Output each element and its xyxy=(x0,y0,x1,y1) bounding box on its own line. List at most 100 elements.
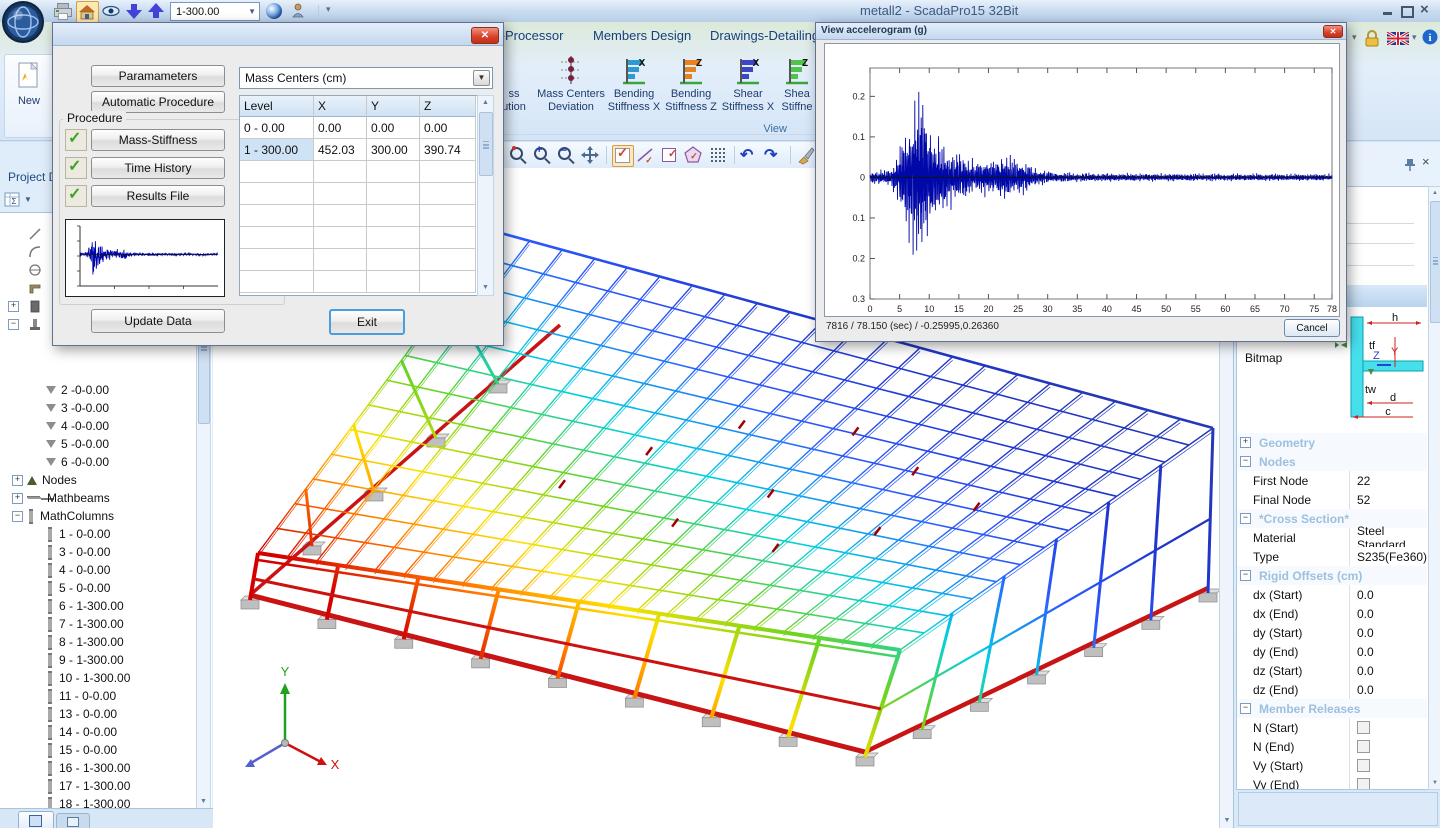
table-cell[interactable] xyxy=(314,227,367,249)
chevron-down-icon[interactable]: ▾ xyxy=(1412,32,1417,43)
prop-row[interactable]: dz (Start)0.0 xyxy=(1237,661,1427,681)
tab-drawings-detailing[interactable]: Drawings-Detailing xyxy=(710,28,819,43)
table-cell[interactable] xyxy=(420,161,476,183)
table-cell[interactable] xyxy=(314,183,367,205)
table-cell[interactable]: 300.00 xyxy=(367,139,420,161)
time-history-button[interactable]: Time History xyxy=(91,157,225,179)
prop-row[interactable]: Vy (End) xyxy=(1237,775,1427,790)
poly-check-icon[interactable]: ✓ xyxy=(684,145,704,165)
tree-item[interactable]: 9 - 1-300.00 xyxy=(0,651,210,669)
tree-item[interactable]: −MathColumns xyxy=(0,507,210,525)
table-cell[interactable]: 0 - 0.00 xyxy=(240,117,314,139)
table-cell[interactable]: 390.74 xyxy=(420,139,476,161)
prop-row[interactable]: N (Start) xyxy=(1237,718,1427,738)
prop-group-geometry[interactable]: +Geometry xyxy=(1237,433,1427,453)
tree-item[interactable]: 3 - 0-0.00 xyxy=(0,543,210,561)
table-cell[interactable] xyxy=(314,161,367,183)
dialog-titlebar[interactable] xyxy=(53,23,503,46)
table-cell[interactable] xyxy=(240,183,314,205)
language-flag-icon[interactable] xyxy=(1387,32,1409,48)
chevron-down-icon[interactable]: ▼ xyxy=(473,70,490,86)
cancel-button[interactable]: Cancel xyxy=(1284,319,1340,337)
app-menu-orb[interactable] xyxy=(1,0,45,44)
pin-icon[interactable] xyxy=(1404,158,1416,175)
brush-icon[interactable] xyxy=(796,145,816,165)
tree-item[interactable]: 5 -0-0.00 xyxy=(0,435,210,453)
parameters-button[interactable]: Paramameters xyxy=(91,65,225,87)
tab-post-processor[interactable]: t-Processor xyxy=(497,28,563,43)
table-cell[interactable]: 452.03 xyxy=(314,139,367,161)
tree-item[interactable]: 11 - 0-0.00 xyxy=(0,687,210,705)
dialog-close-icon[interactable]: ✕ xyxy=(471,27,499,44)
table-cell[interactable] xyxy=(367,249,420,271)
tree-item[interactable]: 6 -0-0.00 xyxy=(0,453,210,471)
result-type-combo[interactable]: Mass Centers (cm) ▼ xyxy=(239,67,493,89)
prop-row[interactable]: dy (End)0.0 xyxy=(1237,642,1427,662)
table-cell[interactable] xyxy=(367,183,420,205)
tree-item[interactable]: 13 - 0-0.00 xyxy=(0,705,210,723)
close-button[interactable]: × xyxy=(1420,4,1434,18)
home-view-icon[interactable] xyxy=(76,1,99,23)
ribbon-item-mass-centers-deviation[interactable]: Mass CentersDeviation xyxy=(537,54,605,122)
exit-button[interactable]: Exit xyxy=(329,309,405,335)
level-down-icon[interactable] xyxy=(126,3,142,19)
table-cell[interactable]: 0.00 xyxy=(314,117,367,139)
table-cell[interactable]: 0.00 xyxy=(420,117,476,139)
prop-group-rigid-offsets-cm-[interactable]: −Rigid Offsets (cm) xyxy=(1237,566,1427,586)
table-cell[interactable]: 0.00 xyxy=(367,117,420,139)
tab-project-tree[interactable] xyxy=(18,811,54,828)
results-file-button[interactable]: Results File xyxy=(91,185,225,207)
accel-close-icon[interactable]: ✕ xyxy=(1323,25,1343,38)
table-cell[interactable] xyxy=(240,161,314,183)
undo-icon[interactable]: ↶ xyxy=(740,145,760,165)
new-button[interactable]: New xyxy=(4,54,54,138)
redo-icon[interactable]: ↷ xyxy=(764,145,784,165)
zoom-in-icon[interactable]: + xyxy=(532,145,552,165)
mass-stiffness-button[interactable]: Mass-Stiffness xyxy=(91,129,225,151)
lock-icon[interactable] xyxy=(1363,29,1381,50)
tree-item[interactable]: 7 - 1-300.00 xyxy=(0,615,210,633)
line-check-icon[interactable]: ✓ xyxy=(636,145,656,165)
prop-row[interactable]: dz (End)0.0 xyxy=(1237,680,1427,700)
panel-close-icon[interactable]: × xyxy=(1422,154,1430,169)
prop-row[interactable]: MaterialSteel Standard xyxy=(1237,528,1427,548)
chevron-down-icon[interactable]: ▾ xyxy=(1352,32,1357,43)
tree-item[interactable]: 4 - 0-0.00 xyxy=(0,561,210,579)
tree-item[interactable]: 8 - 1-300.00 xyxy=(0,633,210,651)
tree-item[interactable]: +Mathbeams xyxy=(0,489,210,507)
table-cell[interactable] xyxy=(367,227,420,249)
level-up-icon[interactable] xyxy=(148,3,164,19)
table-cell[interactable] xyxy=(367,161,420,183)
user-figure-icon[interactable] xyxy=(290,3,306,19)
table-cell[interactable] xyxy=(240,249,314,271)
release-checkbox[interactable] xyxy=(1357,740,1370,753)
restore-button[interactable] xyxy=(1400,4,1412,18)
tree-item[interactable]: 3 -0-0.00 xyxy=(0,399,210,417)
ribbon-item-shear-stiffness-x[interactable]: XShearStiffness X xyxy=(719,54,777,122)
zoom-extents-icon[interactable] xyxy=(508,145,528,165)
print-icon[interactable] xyxy=(54,2,72,20)
box-check-icon[interactable]: ✓ xyxy=(660,145,680,165)
prop-row[interactable]: dy (Start)0.0 xyxy=(1237,623,1427,643)
accel-titlebar[interactable]: View accelerogram (g) xyxy=(816,23,1346,40)
view-eye-icon[interactable] xyxy=(102,4,120,18)
release-checkbox[interactable] xyxy=(1357,778,1370,790)
table-cell[interactable] xyxy=(420,227,476,249)
table-cell[interactable] xyxy=(367,271,420,293)
table-cell[interactable] xyxy=(367,205,420,227)
tree-item[interactable]: 16 - 1-300.00 xyxy=(0,759,210,777)
table-cell[interactable] xyxy=(240,227,314,249)
table-cell[interactable] xyxy=(420,205,476,227)
prop-row[interactable]: N (End) xyxy=(1237,737,1427,757)
prop-group-member-releases[interactable]: −Member Releases xyxy=(1237,699,1427,719)
tree-item[interactable]: 15 - 0-0.00 xyxy=(0,741,210,759)
tree-item[interactable]: 6 - 1-300.00 xyxy=(0,597,210,615)
table-cell[interactable] xyxy=(240,205,314,227)
tree-item[interactable]: 1 - 0-0.00 xyxy=(0,525,210,543)
ribbon-item-bending-stiffness-z[interactable]: ZBendingStiffness Z xyxy=(662,54,720,122)
tab-members-design[interactable]: Members Design xyxy=(593,28,691,43)
tree-item[interactable]: +Nodes xyxy=(0,471,210,489)
qat-overflow-icon[interactable]: ▾ xyxy=(326,4,331,15)
prop-row[interactable]: TypeS235(Fe360) xyxy=(1237,547,1427,567)
table-cell[interactable] xyxy=(314,205,367,227)
